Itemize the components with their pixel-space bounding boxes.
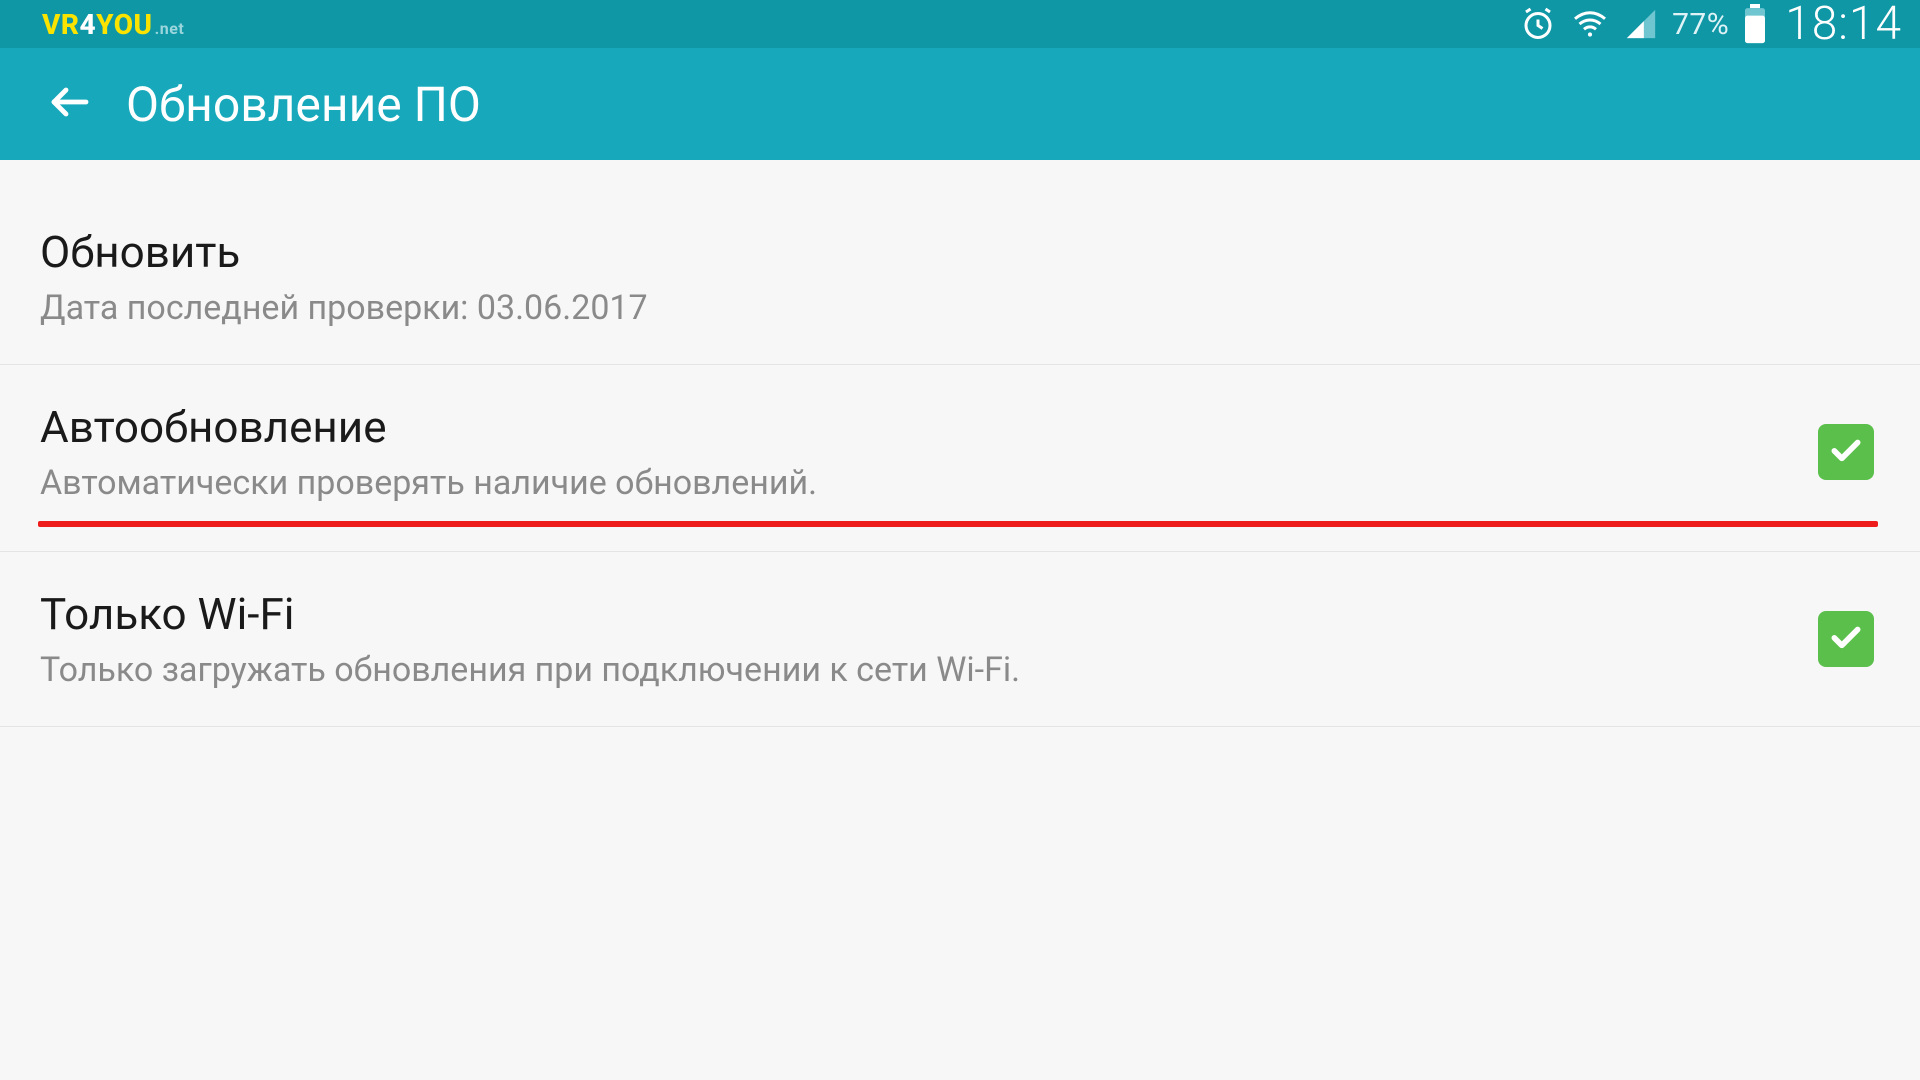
arrow-left-icon: [46, 78, 94, 130]
brand-part-c: YOU: [96, 8, 152, 41]
page-title: Обновление ПО: [126, 76, 481, 133]
check-icon: [1826, 430, 1866, 474]
auto-update-checkbox[interactable]: [1818, 424, 1874, 480]
status-bar: VR 4 YOU .net 77%: [0, 0, 1920, 48]
row-update[interactable]: Обновить Дата последней проверки: 03.06.…: [0, 160, 1920, 365]
brand-part-a: VR: [42, 8, 80, 41]
settings-list: Обновить Дата последней проверки: 03.06.…: [0, 160, 1920, 727]
brand-part-b: 4: [80, 8, 97, 41]
alarm-icon: [1520, 6, 1556, 42]
battery-percent: 77%: [1672, 7, 1729, 42]
brand-logo: VR 4 YOU .net: [42, 8, 184, 41]
row-auto-sub: Автоматически проверять наличие обновлен…: [40, 463, 1818, 503]
status-icons: 77% 18:14: [1520, 0, 1902, 51]
highlight-underline: [38, 521, 1878, 527]
row-wifi-only[interactable]: Только Wi-Fi Только загружать обновления…: [0, 552, 1920, 727]
row-update-sub: Дата последней проверки: 03.06.2017: [40, 288, 1880, 328]
row-auto-update[interactable]: Автообновление Автоматически проверять н…: [0, 365, 1920, 552]
row-update-title: Обновить: [40, 226, 1880, 278]
wifi-only-checkbox[interactable]: [1818, 611, 1874, 667]
cellular-icon: [1624, 7, 1658, 41]
brand-part-d: .net: [155, 19, 185, 38]
row-wifi-title: Только Wi-Fi: [40, 588, 1818, 640]
back-button[interactable]: [40, 74, 100, 134]
row-auto-title: Автообновление: [40, 401, 1818, 453]
row-wifi-sub: Только загружать обновления при подключе…: [40, 650, 1818, 690]
clock-text: 18:14: [1785, 0, 1902, 51]
app-bar: Обновление ПО: [0, 48, 1920, 160]
check-icon: [1826, 617, 1866, 661]
wifi-icon: [1570, 6, 1610, 42]
battery-icon: [1743, 4, 1767, 44]
